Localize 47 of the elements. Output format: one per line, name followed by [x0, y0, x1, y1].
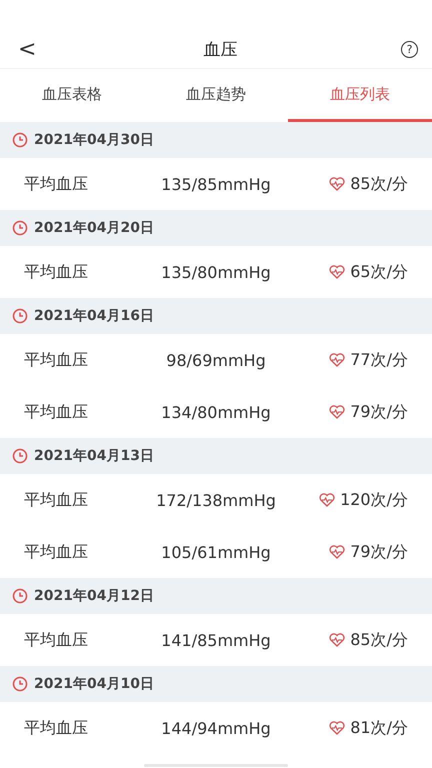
clock-icon [12, 132, 28, 148]
pressure-value: 135/80mmHg [161, 262, 271, 282]
clock-icon [12, 588, 28, 604]
heartbeat-icon [329, 405, 346, 419]
date-text: 2021年04月10日 [34, 675, 154, 693]
pulse-value: 65次/分 [350, 262, 408, 282]
back-button[interactable]: < [14, 36, 40, 62]
row-label: 平均血压 [24, 718, 89, 738]
pulse-value: 85次/分 [350, 174, 408, 194]
date-text: 2021年04月30日 [34, 131, 154, 149]
page-title: 血压 [204, 38, 238, 60]
clock-icon [12, 448, 28, 464]
pulse-value: 85次/分 [350, 630, 408, 650]
heartbeat-icon [329, 633, 346, 647]
pressure-value: 105/61mmHg [161, 542, 271, 562]
clock-icon [12, 308, 28, 324]
heartbeat-icon [329, 353, 346, 367]
clock-icon [12, 676, 28, 692]
pressure-value: 98/69mmHg [166, 350, 266, 370]
date-text: 2021年04月16日 [34, 307, 154, 325]
heartbeat-icon [319, 493, 336, 507]
pulse-value: 77次/分 [350, 350, 408, 370]
help-button[interactable]: ? [401, 40, 418, 58]
pulse-value: 81次/分 [350, 718, 408, 738]
pressure-value: 144/94mmHg [161, 718, 271, 738]
row-label: 平均血压 [24, 542, 89, 562]
clock-icon [12, 220, 28, 236]
heartbeat-icon [329, 721, 346, 735]
row-label: 平均血压 [24, 350, 89, 370]
heartbeat-icon [329, 265, 346, 279]
row-label: 平均血压 [24, 402, 89, 422]
pressure-value: 141/85mmHg [161, 630, 271, 650]
heartbeat-icon [329, 545, 346, 559]
pulse-value: 120次/分 [340, 490, 408, 510]
row-label: 平均血压 [24, 490, 89, 510]
pulse-value: 79次/分 [350, 542, 408, 562]
pressure-value: 172/138mmHg [156, 490, 276, 510]
row-label: 平均血压 [24, 262, 89, 282]
heartbeat-icon [329, 177, 346, 191]
pressure-value: 135/85mmHg [161, 174, 271, 194]
date-text: 2021年04月13日 [34, 447, 154, 465]
row-label: 平均血压 [24, 630, 89, 650]
pulse-value: 79次/分 [350, 402, 408, 422]
pressure-value: 134/80mmHg [161, 402, 271, 422]
date-text: 2021年04月12日 [34, 587, 154, 605]
date-text: 2021年04月20日 [34, 219, 154, 237]
row-label: 平均血压 [24, 174, 89, 194]
